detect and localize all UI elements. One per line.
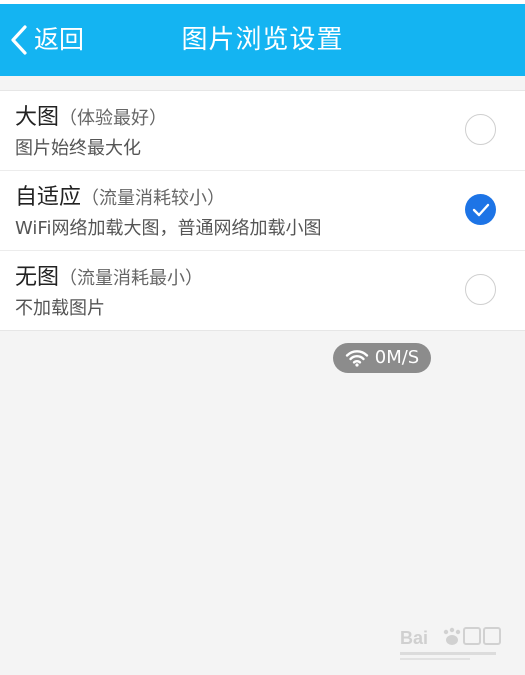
option-description: WiFi网络加载大图，普通网络加载小图 (15, 218, 322, 239)
option-description: 图片始终最大化 (15, 138, 141, 159)
network-speed-value: 0M/S (374, 347, 420, 368)
option-note: （流量消耗最小） (59, 268, 204, 289)
checkmark-icon (472, 203, 490, 217)
option-no-image[interactable]: 无图（流量消耗最小） 不加载图片 (0, 251, 525, 330)
radio-checked[interactable] (465, 194, 496, 225)
option-description: 不加载图片 (15, 298, 105, 319)
section-gap (0, 76, 525, 90)
baidu-jingyan-watermark: Bai (398, 622, 508, 666)
option-note: （体验最好） (59, 108, 168, 129)
network-speed-indicator: 0M/S (333, 343, 431, 373)
option-title: 无图（流量消耗最小） (15, 262, 203, 294)
svg-text:Bai: Bai (400, 628, 428, 648)
radio-unchecked[interactable] (465, 114, 496, 145)
option-name: 大图 (15, 105, 60, 130)
radio-unchecked[interactable] (465, 274, 496, 305)
option-large-image[interactable]: 大图（体验最好） 图片始终最大化 (0, 91, 525, 171)
page-title: 图片浏览设置 (181, 25, 344, 55)
option-adaptive[interactable]: 自适应（流量消耗较小） WiFi网络加载大图，普通网络加载小图 (0, 171, 525, 251)
option-name: 无图 (15, 265, 60, 290)
option-title: 大图（体验最好） (15, 102, 167, 134)
image-browse-settings-screen: 返回 图片浏览设置 大图（体验最好） 图片始终最大化 自适应（流量消耗较小） W… (0, 0, 525, 675)
wifi-icon (345, 350, 368, 367)
option-note: （流量消耗较小） (81, 188, 226, 209)
option-title: 自适应（流量消耗较小） (15, 182, 225, 214)
header-bar: 返回 图片浏览设置 (0, 4, 525, 76)
image-mode-options: 大图（体验最好） 图片始终最大化 自适应（流量消耗较小） WiFi网络加载大图，… (0, 90, 525, 331)
option-name: 自适应 (15, 185, 82, 210)
